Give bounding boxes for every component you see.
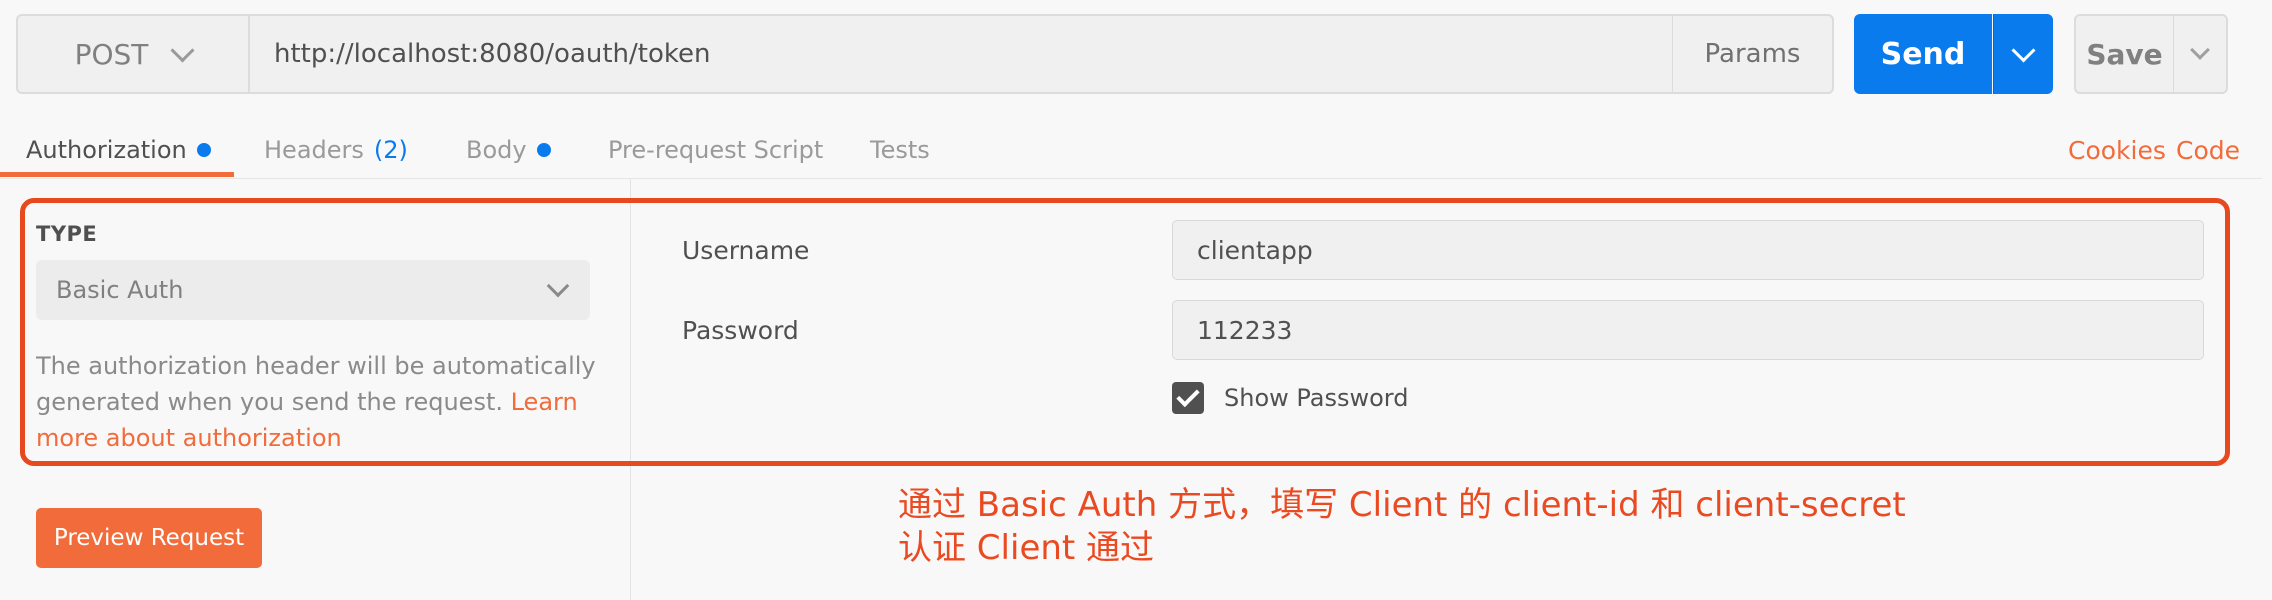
preview-request-button[interactable]: Preview Request [36, 508, 262, 568]
tab-label: Authorization [26, 136, 187, 164]
send-options-button[interactable] [1993, 14, 2053, 94]
tab-headers[interactable]: Headers (2) [264, 124, 408, 176]
annotation-text: 通过 Basic Auth 方式，填写 Client 的 client-id 和… [898, 484, 1906, 570]
save-label: Save [2086, 37, 2163, 71]
save-button[interactable]: Save [2074, 14, 2174, 94]
chevron-down-icon [2011, 37, 2036, 63]
modified-dot-icon [196, 143, 211, 157]
method-label: POST [74, 37, 149, 71]
modified-dot-icon [536, 143, 551, 157]
save-options-button[interactable] [2174, 14, 2228, 94]
annotation-highlight-box [20, 198, 2230, 466]
code-link[interactable]: Code [2176, 124, 2240, 176]
send-button[interactable]: Send [1854, 14, 1992, 94]
tab-label: Tests [870, 136, 930, 164]
send-label: Send [1880, 36, 1966, 72]
chevron-down-icon [170, 37, 195, 63]
right-edge [2262, 0, 2272, 600]
tab-label: Headers [264, 136, 364, 164]
params-button[interactable]: Params [1672, 14, 1834, 94]
tab-pre-request-script[interactable]: Pre-request Script [608, 124, 823, 176]
tab-body[interactable]: Body [466, 124, 551, 176]
annotation-line-2: 认证 Client 通过 [898, 528, 1155, 568]
active-tab-indicator [0, 172, 234, 177]
preview-request-label: Preview Request [53, 525, 245, 551]
headers-count: (2) [373, 136, 408, 164]
url-input[interactable]: http://localhost:8080/oauth/token [248, 14, 1674, 94]
url-text: http://localhost:8080/oauth/token [274, 39, 711, 69]
method-select[interactable]: POST [16, 14, 248, 94]
annotation-line-1: 通过 Basic Auth 方式，填写 Client 的 client-id 和… [898, 485, 1906, 525]
params-label: Params [1704, 39, 1801, 69]
chevron-down-icon [2190, 40, 2210, 60]
tab-tests[interactable]: Tests [870, 124, 930, 176]
tabs-divider [0, 178, 2272, 179]
tab-label: Body [466, 136, 527, 164]
cookies-link[interactable]: Cookies [2068, 124, 2166, 176]
tab-label: Pre-request Script [608, 136, 824, 164]
tab-authorization[interactable]: Authorization [26, 124, 211, 176]
